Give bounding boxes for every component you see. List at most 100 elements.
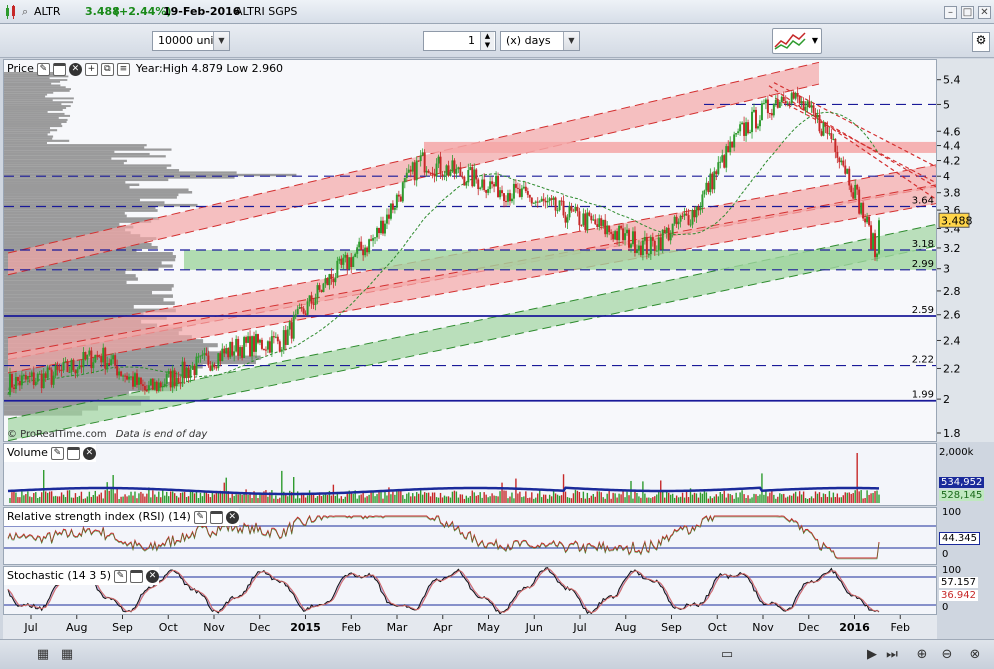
candle-body [663,229,666,234]
volume-bar [465,495,468,503]
chart-type-button[interactable]: ▼ [772,28,822,54]
volume-bar [358,495,360,503]
candle-body [568,206,571,218]
wrench-icon[interactable]: ✎ [114,569,128,583]
volume-bar [638,496,640,503]
duplicate-icon[interactable]: ⧉ [100,62,114,76]
candle-body [409,169,412,172]
volume-bar [473,492,475,503]
chart-navigation-icon[interactable]: ▦ [60,648,74,662]
volume-bar [350,492,352,503]
stepper-icon[interactable]: ▲ ▼ [480,32,494,50]
candle-body [110,359,113,366]
volume-bar [832,492,835,503]
close-icon[interactable]: ✕ [68,62,82,76]
close-icon[interactable]: ✕ [225,510,239,524]
volume-bar [535,497,537,503]
candle-body [786,102,789,104]
candle-body [852,192,855,199]
volume-bar [594,496,596,503]
window-icon[interactable] [209,510,223,524]
window-icon[interactable] [130,569,144,583]
volume-bar [138,493,140,503]
candle-body [290,322,293,339]
close-icon[interactable]: ✕ [82,446,96,460]
volume-bar [471,490,473,503]
volume-bar [648,497,650,503]
candle-body [764,99,767,104]
close-button[interactable]: ✕ [978,6,991,19]
chevron-down-icon[interactable]: ▼ [563,32,579,50]
price-tick-label: 5.4 [943,74,961,87]
wrench-icon[interactable]: ✎ [36,62,50,76]
candle-body [504,201,507,203]
minimize-button[interactable]: – [944,6,957,19]
scroll-end-icon[interactable]: ⏭ [885,648,899,662]
rsi-panel-header: Relative strength index (RSI) (14) ✎ ✕ [4,508,239,526]
window-icon[interactable] [66,446,80,460]
candle-body [739,124,742,132]
chevron-down-icon[interactable]: ▼ [812,36,818,45]
candle-body [203,353,206,355]
candle-body [46,367,49,378]
price-tick-label: 4.4 [943,140,961,153]
candle-body [830,133,833,139]
volume-bar [783,493,785,503]
volume-bar [775,498,777,503]
zoom-reset-icon[interactable]: ⊗ [968,648,982,662]
candle-body [116,365,119,376]
candle-body [122,375,125,377]
zoom-out-icon[interactable]: ⊖ [940,648,954,662]
candle-body [697,206,700,211]
candle-body [52,375,55,385]
volume-bar [239,493,241,503]
window-icon[interactable] [52,62,66,76]
candle-body [616,231,619,241]
volume-bar [378,491,380,503]
volume-profile-bar [4,209,158,212]
price-tick-label: 2.6 [943,309,961,322]
wrench-icon[interactable]: ✎ [50,446,64,460]
volume-bar [235,494,237,503]
volume-bar [584,498,587,503]
wrench-icon[interactable]: ✎ [193,510,207,524]
volume-bar [590,495,593,503]
candle-body [754,109,757,129]
settings-icon[interactable]: ≡ [116,62,130,76]
candle-body [40,373,43,389]
candle-body [104,347,107,369]
period-select[interactable]: (x) days ▼ [500,31,580,51]
volume-bar [727,493,729,503]
candle-body [594,219,597,225]
zoom-out-icon[interactable]: ▭ [720,648,734,662]
ticker-label: ALTR [34,5,61,18]
volume-bar [866,490,868,503]
volume-bar [548,494,551,503]
candle-body [68,372,71,374]
candle-body [548,198,551,201]
bars-input[interactable]: 1 ▲ ▼ [423,31,496,51]
tools-icon[interactable]: ⚙ [972,32,990,52]
volume-bar [791,495,793,503]
add-indicator-icon[interactable]: + [84,62,98,76]
volume-bar [48,491,51,503]
volume-profile-bar [4,169,180,172]
volume-bar [531,492,533,503]
volume-bar [646,497,648,503]
volume-bar [618,493,620,503]
volume-profile-bar [4,178,169,182]
zoom-in-icon[interactable]: ⊕ [915,648,929,662]
scroll-right-icon[interactable]: ▶ [865,648,879,662]
volume-bar [858,491,860,503]
close-icon[interactable]: ✕ [146,569,160,583]
chart-navigation-icon[interactable]: ▦ [36,648,50,662]
volume-bar [132,495,134,503]
maximize-button[interactable]: □ [961,6,974,19]
volume-bar [43,470,45,503]
volume-bar [213,494,216,503]
units-select[interactable]: 10000 units ▼ [152,31,230,51]
candle-body [445,165,448,176]
candle-body [362,250,365,256]
chevron-down-icon[interactable]: ▼ [213,32,229,50]
search-icon[interactable]: ⌕ [22,5,28,19]
